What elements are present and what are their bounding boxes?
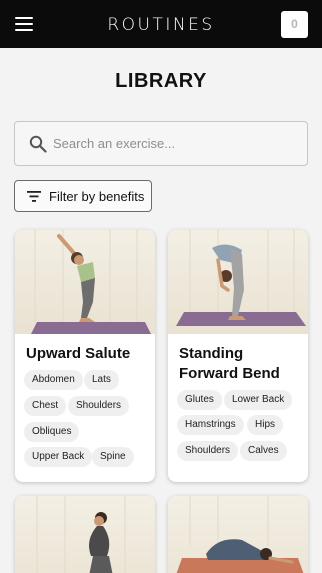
benefit-chip: Hips — [247, 415, 284, 435]
exercise-card-standing-forward-bend[interactable]: Standing Forward Bend Glutes Lower Back … — [168, 230, 308, 482]
benefit-chip: Chest — [24, 396, 67, 416]
page-title: LIBRARY — [115, 70, 207, 92]
benefit-chip: Spine — [92, 447, 134, 467]
search-box[interactable] — [14, 121, 308, 166]
filter-button-label: Filter by benefits — [49, 189, 145, 204]
benefit-chip: Lats — [84, 370, 119, 390]
exercise-name: Upward Salute — [26, 345, 131, 362]
filter-icon — [27, 191, 41, 202]
app-title: ROUTINES — [107, 15, 215, 35]
benefit-chip: Obliques — [24, 422, 80, 442]
exercise-card-upward-salute[interactable]: Upward Salute Abdomen Lats Chest Shoulde… — [15, 230, 155, 482]
routine-count-badge[interactable]: 0 — [281, 11, 308, 38]
top-app-bar: ROUTINES 0 — [0, 0, 322, 48]
search-input[interactable] — [53, 122, 293, 165]
exercise-illustration — [168, 496, 308, 573]
upward-salute-illustration — [15, 230, 155, 334]
benefit-chip: Glutes — [177, 390, 222, 410]
exercise-name: Standing Forward Bend — [179, 345, 280, 382]
benefit-chip: Upper Back — [24, 447, 93, 467]
benefit-chip: Abdomen — [24, 370, 83, 390]
filter-by-benefits-button[interactable]: Filter by benefits — [14, 180, 152, 212]
exercise-illustration — [15, 496, 155, 573]
benefit-chip: Lower Back — [224, 390, 293, 410]
benefit-chip: Shoulders — [68, 396, 130, 416]
standing-forward-bend-illustration — [168, 230, 308, 334]
benefit-chip: Hamstrings — [177, 415, 244, 435]
exercise-card[interactable] — [15, 496, 155, 573]
benefit-chip: Calves — [240, 441, 287, 461]
search-icon — [29, 135, 47, 153]
benefit-chip: Shoulders — [177, 441, 239, 461]
exercise-card[interactable] — [168, 496, 308, 573]
